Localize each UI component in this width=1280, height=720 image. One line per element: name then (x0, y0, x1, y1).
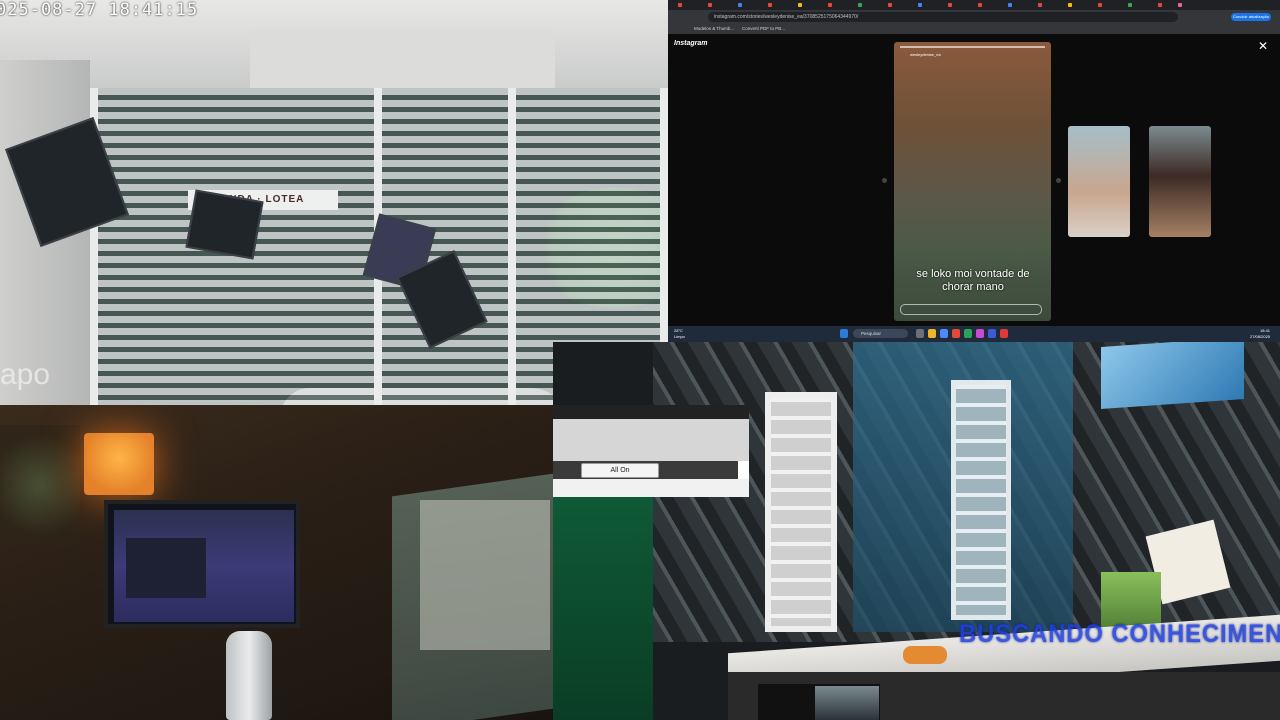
tab-favicon-icon[interactable] (798, 3, 802, 7)
taskbar-app-icon[interactable] (976, 329, 984, 338)
tab-favicon-icon[interactable] (1068, 3, 1072, 7)
tab-favicon-icon[interactable] (1158, 3, 1162, 7)
wall-graffiti (0, 425, 80, 545)
white-door (765, 392, 837, 632)
tab-favicon-icon[interactable] (828, 3, 832, 7)
bookmarks-bar: Modelos & Thumb... Converti PDF to PB... (668, 24, 1280, 34)
desk-monitor (104, 500, 300, 628)
sync-update-button[interactable]: Concluir atualização (1231, 13, 1271, 21)
taskbar-app-icon[interactable] (1000, 329, 1008, 338)
wall-tv (1101, 342, 1244, 409)
taskbar-app-icon[interactable] (988, 329, 996, 338)
story-next-icon[interactable] (1056, 178, 1061, 183)
tab-favicon-icon[interactable] (918, 3, 922, 7)
taskbar-weather[interactable]: 28°C Limpo (674, 328, 685, 340)
story-reply-input[interactable] (900, 304, 1042, 315)
browser-tab-strip[interactable] (668, 0, 1280, 10)
control-popup: All On (553, 405, 749, 497)
camera-feed-desk (0, 405, 553, 720)
tab-favicon-icon[interactable] (708, 3, 712, 7)
story-username[interactable]: wesleydenise_ea (910, 52, 941, 57)
hanging-circuit-board (185, 189, 264, 260)
bookmark-item[interactable]: Modelos & Thumb... (694, 24, 734, 34)
ceiling-beam (250, 30, 555, 93)
story-caption: se loko moi vontade de chorar mano (916, 268, 1030, 293)
popup-header (553, 405, 749, 419)
story-card[interactable]: wesleydenise_ea se loko moi vontade de c… (894, 42, 1051, 321)
taskbar-app-icon[interactable] (964, 329, 972, 338)
taskbar-app-icon[interactable] (940, 329, 948, 338)
white-door (951, 380, 1011, 620)
tab-favicon-icon[interactable] (948, 3, 952, 7)
popup-toolbar-end (738, 461, 749, 479)
camera-feed-studio: BUSCANDO CONHECIMENTO (553, 342, 1280, 720)
tab-favicon-icon[interactable] (1038, 3, 1042, 7)
table-lamp (84, 433, 154, 495)
desk-logo-sticker (903, 646, 947, 664)
chrome-icon[interactable] (952, 329, 960, 338)
monitor-screen (114, 510, 294, 622)
tab-favicon-icon[interactable] (768, 3, 772, 7)
camera-brand-watermark: apo (0, 358, 51, 391)
camera-timestamp: 025-08-27 18:41:15 (0, 0, 199, 20)
windows-start-icon[interactable] (840, 329, 848, 338)
tab-favicon-icon[interactable] (738, 3, 742, 7)
water-bottle (226, 631, 272, 720)
taskbar-clock[interactable]: 18:41 27/08/2025 (1250, 328, 1270, 340)
tab-favicon-icon[interactable] (978, 3, 982, 7)
taskbar-search[interactable]: Pesquisar (853, 329, 908, 338)
tab-favicon-icon[interactable] (1128, 3, 1132, 7)
windows-taskbar (668, 326, 1280, 342)
tab-favicon-icon[interactable] (678, 3, 682, 7)
screen-share-browser: instagram.com/stories/wesleydenise_ea/37… (668, 0, 1280, 342)
monitor-window (126, 538, 206, 598)
tab-favicon-icon[interactable] (858, 3, 862, 7)
bookmark-item[interactable]: Converti PDF to PB... (742, 24, 785, 34)
clock-date: 27/08/2025 (1250, 334, 1271, 339)
tab-favicon-icon[interactable] (1008, 3, 1012, 7)
instagram-logo[interactable]: Instagram (674, 40, 707, 47)
story-progress-bar (900, 46, 1045, 48)
story-thumbnail[interactable] (1149, 126, 1211, 237)
tab-favicon-icon[interactable] (888, 3, 892, 7)
gate-post (508, 88, 516, 405)
tab-favicon-icon[interactable] (1098, 3, 1102, 7)
weather-desc: Limpo (674, 334, 685, 339)
picture-in-picture-feed (815, 686, 879, 720)
notice-board (420, 500, 550, 650)
close-icon[interactable]: ✕ (1258, 40, 1268, 52)
overlay-text: BUSCANDO CONHECIMENTO (959, 620, 1280, 648)
all-on-button[interactable]: All On (581, 463, 659, 478)
popup-footer (553, 479, 749, 497)
green-panel (553, 497, 653, 720)
taskbar-app-icon[interactable] (916, 329, 924, 338)
tab-favicon-icon[interactable] (1178, 3, 1182, 7)
story-thumbnail[interactable] (1068, 126, 1130, 237)
folder-icon[interactable] (928, 329, 936, 338)
story-prev-icon[interactable] (882, 178, 887, 183)
address-bar[interactable]: instagram.com/stories/wesleydenise_ea/37… (708, 12, 1178, 22)
